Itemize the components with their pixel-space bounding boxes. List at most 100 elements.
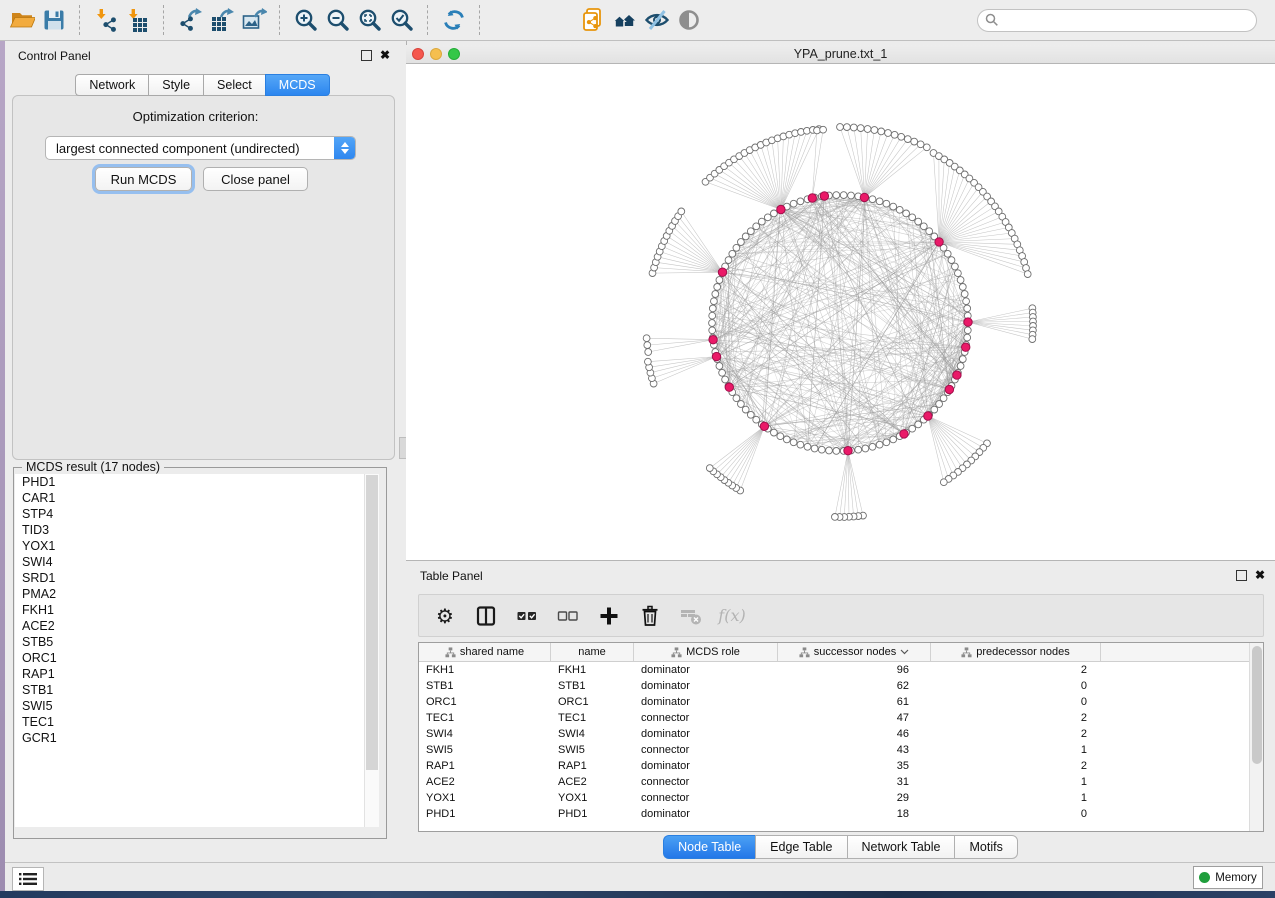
table-cell[interactable]: 31 [778, 776, 931, 788]
mcds-result-item[interactable]: PHD1 [15, 474, 364, 490]
graph-hub-node[interactable] [760, 422, 768, 430]
graph-edge[interactable] [812, 130, 817, 198]
table-cell[interactable]: SWI4 [551, 728, 634, 740]
table-cell[interactable]: 1 [931, 776, 1101, 788]
table-cell[interactable]: RAP1 [419, 760, 551, 772]
network-canvas[interactable] [406, 64, 1275, 560]
open-file-button[interactable] [6, 3, 38, 37]
graph-edge[interactable] [732, 426, 764, 485]
graph-edge[interactable] [939, 197, 987, 242]
table-cell[interactable]: YOX1 [551, 792, 634, 804]
table-cell[interactable]: 96 [778, 664, 931, 676]
graph-node[interactable] [832, 514, 839, 521]
table-cell[interactable]: 0 [931, 696, 1101, 708]
table-cell[interactable]: FKH1 [419, 664, 551, 676]
graph-hub-node[interactable] [924, 412, 932, 420]
graph-node[interactable] [709, 305, 716, 312]
zoom-fit-button[interactable] [354, 3, 386, 37]
graph-node[interactable] [758, 218, 765, 225]
graph-edge[interactable] [774, 213, 848, 450]
graph-node[interactable] [891, 131, 898, 138]
graph-edge[interactable] [721, 426, 765, 477]
graph-hub-node[interactable] [820, 192, 828, 200]
graph-node[interactable] [709, 312, 716, 319]
graph-node[interactable] [883, 200, 890, 207]
graph-hub-node[interactable] [709, 336, 717, 344]
graph-node[interactable] [714, 284, 721, 291]
graph-node[interactable] [862, 445, 869, 452]
graph-node[interactable] [738, 401, 745, 408]
graph-node[interactable] [964, 327, 971, 334]
table-cell[interactable]: 62 [778, 680, 931, 692]
column-header-name[interactable]: name [551, 643, 634, 661]
graph-node[interactable] [764, 214, 771, 221]
graph-edge[interactable] [939, 163, 950, 242]
graph-edge[interactable] [667, 236, 723, 272]
graph-node[interactable] [1024, 271, 1031, 278]
close-table-panel-icon[interactable]: ✖ [1255, 571, 1265, 580]
table-cell[interactable]: connector [634, 792, 778, 804]
mcds-result-list[interactable]: PHD1CAR1STP4TID3YOX1SWI4SRD1PMA2FKH1ACE2… [15, 474, 364, 827]
table-row[interactable]: YOX1YOX1connector291 [419, 790, 1263, 806]
mcds-result-item[interactable]: TEC1 [15, 714, 364, 730]
table-row[interactable]: ACE2ACE2connector311 [419, 774, 1263, 790]
export-network-button[interactable] [174, 3, 206, 37]
graph-node[interactable] [857, 125, 864, 132]
table-cell[interactable]: connector [634, 776, 778, 788]
graph-node[interactable] [871, 127, 878, 134]
float-panel-icon[interactable] [361, 50, 372, 61]
graph-edge[interactable] [858, 196, 928, 416]
graph-edge[interactable] [928, 416, 975, 456]
mcds-result-item[interactable]: ACE2 [15, 618, 364, 634]
graph-edge[interactable] [939, 170, 960, 242]
graph-node[interactable] [961, 291, 968, 298]
table-row[interactable]: RAP1RAP1dominator352 [419, 758, 1263, 774]
tab-select[interactable]: Select [203, 74, 265, 96]
graph-node[interactable] [811, 445, 818, 452]
table-cell[interactable]: 1 [931, 792, 1101, 804]
table-row[interactable]: TEC1TEC1connector472 [419, 710, 1263, 726]
graph-node[interactable] [678, 208, 685, 215]
table-row[interactable]: PHD1PHD1dominator180 [419, 806, 1263, 822]
table-cell[interactable]: SWI5 [551, 744, 634, 756]
graph-node[interactable] [790, 200, 797, 207]
graph-node[interactable] [917, 141, 924, 148]
show-all-button[interactable] [673, 3, 705, 37]
float-table-panel-icon[interactable] [1236, 570, 1247, 581]
graph-edge[interactable] [968, 308, 1032, 322]
graph-hub-node[interactable] [712, 352, 720, 360]
graph-node[interactable] [957, 277, 964, 284]
tab-edge-table[interactable]: Edge Table [755, 835, 846, 859]
tab-network-table[interactable]: Network Table [847, 835, 955, 859]
graph-edge[interactable] [864, 144, 920, 197]
graph-node[interactable] [848, 192, 855, 199]
graph-node[interactable] [753, 223, 760, 230]
search-input[interactable] [999, 10, 1256, 30]
table-cell[interactable]: 61 [778, 696, 931, 708]
create-column-button[interactable] [597, 604, 621, 628]
zoom-selected-button[interactable] [386, 3, 418, 37]
graph-edge[interactable] [840, 451, 848, 517]
graph-node[interactable] [711, 298, 718, 305]
graph-hub-node[interactable] [962, 343, 970, 351]
graph-node[interactable] [643, 335, 650, 342]
graph-hub-node[interactable] [725, 383, 733, 391]
graph-edge[interactable] [648, 340, 713, 352]
graph-node[interactable] [903, 210, 910, 217]
table-cell[interactable]: dominator [634, 680, 778, 692]
table-cell[interactable]: PHD1 [419, 808, 551, 820]
table-cell[interactable]: dominator [634, 760, 778, 772]
graph-hub-node[interactable] [900, 430, 908, 438]
graph-node[interactable] [911, 138, 918, 145]
mcds-result-item[interactable]: RAP1 [15, 666, 364, 682]
tool-options-button[interactable] [12, 867, 44, 891]
tab-node-table[interactable]: Node Table [663, 835, 755, 859]
graph-node[interactable] [931, 406, 938, 413]
graph-node[interactable] [904, 136, 911, 143]
graph-node[interactable] [850, 124, 857, 131]
graph-node[interactable] [920, 223, 927, 230]
graph-node[interactable] [915, 218, 922, 225]
graph-node[interactable] [725, 257, 732, 264]
graph-node[interactable] [712, 291, 719, 298]
graph-node[interactable] [883, 439, 890, 446]
